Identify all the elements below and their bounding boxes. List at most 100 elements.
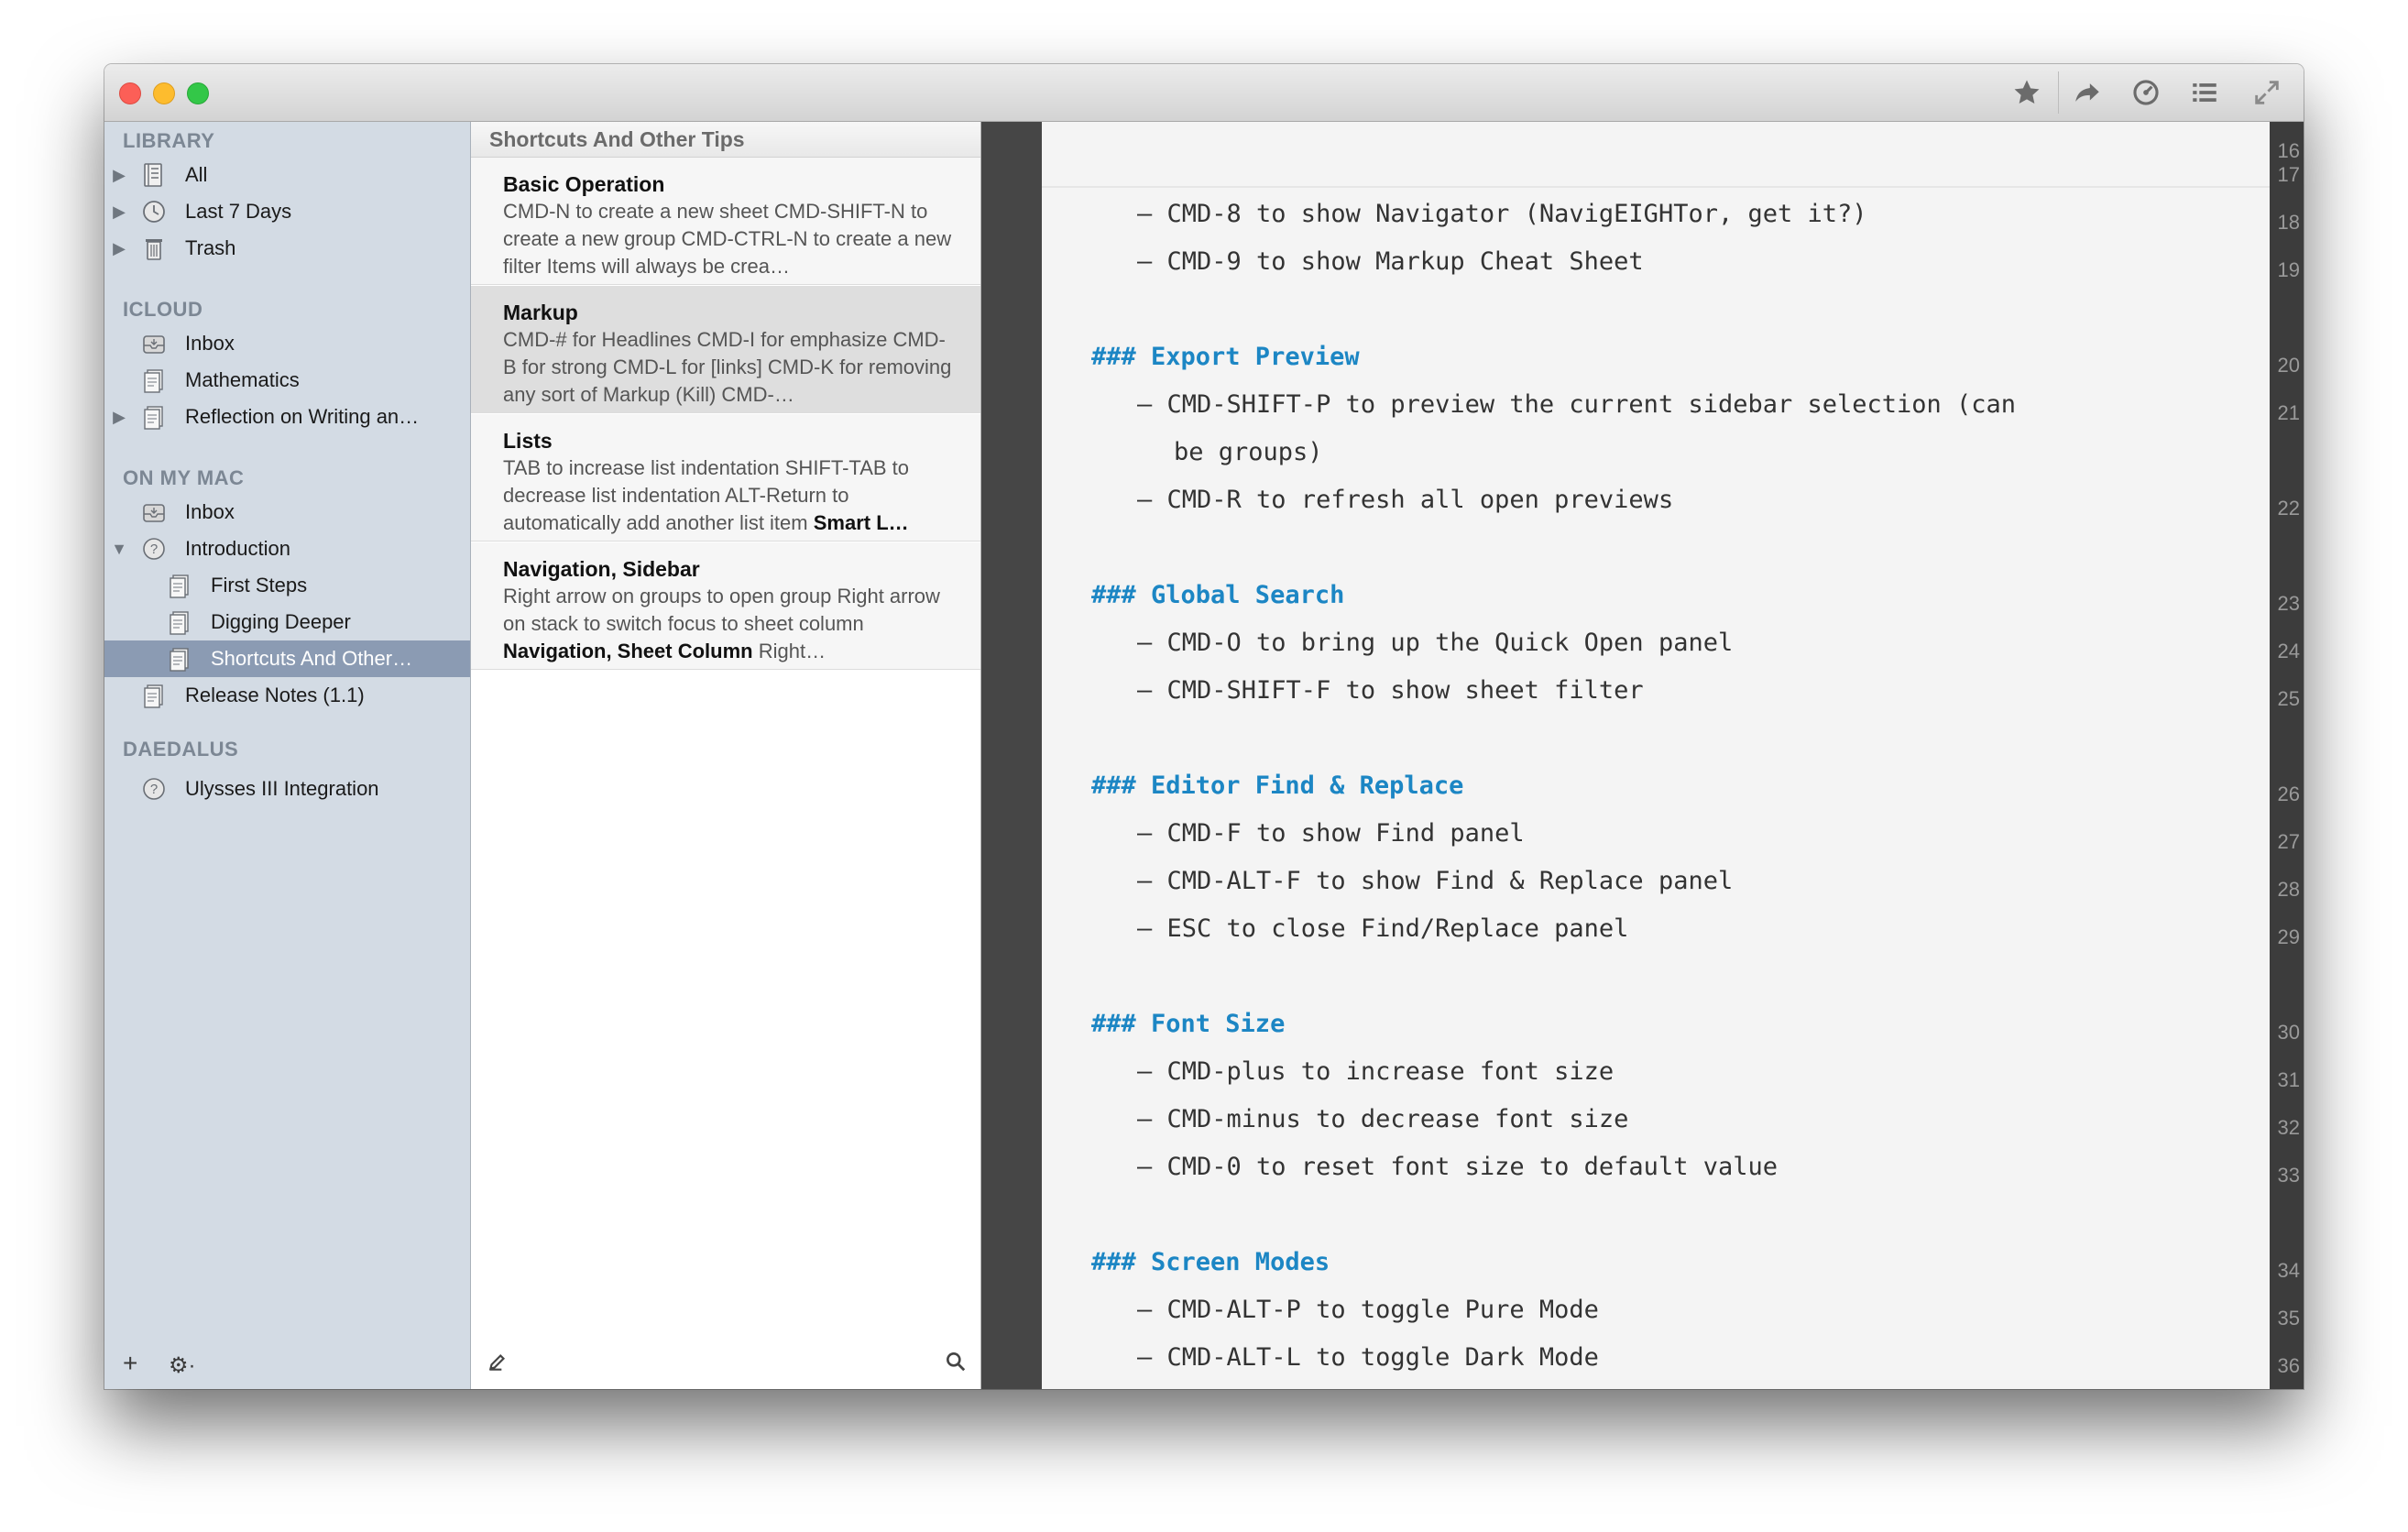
svg-text:?: ? (150, 542, 158, 557)
sheet-list-header: Shortcuts And Other Tips (471, 122, 980, 158)
sidebar-item-label: Reflection on Writing an… (185, 405, 420, 428)
sidebar-item[interactable]: ▼? Introduction (104, 531, 470, 567)
sheet-card[interactable]: Markup CMD-# for Headlines CMD-I for emph… (471, 286, 980, 413)
library-icon (139, 160, 169, 190)
sheet-card[interactable]: Navigation, Sidebar Right arrow on groups… (471, 542, 980, 670)
close-window-button[interactable] (119, 82, 141, 104)
zoom-window-button[interactable] (187, 82, 209, 104)
sidebar-item[interactable]: First Steps (104, 567, 470, 604)
list-icon[interactable] (2181, 71, 2228, 114)
sidebar-item[interactable]: Release Notes (1.1) (104, 677, 470, 714)
minimize-window-button[interactable] (153, 82, 175, 104)
editor-line-text: – CMD-F to show Find panel (1137, 819, 1525, 848)
sheet-list: Shortcuts And Other Tips Basic Operation… (471, 122, 981, 1389)
sheet-preview: Right arrow on groups to open group Righ… (503, 583, 958, 665)
sidebar: LIBRARY ▶ All ▶ Last 7 Days ▶ Trash ICLOUD Inbox… (104, 122, 471, 1389)
editor-line-text: ### Editor Find & Replace (1091, 771, 1464, 800)
sheet-card[interactable]: Basic Operation CMD-N to create a new she… (471, 158, 980, 285)
sheet-preview-tail: Right… (752, 640, 826, 662)
disclosure-triangle-icon[interactable]: ▶ (110, 408, 128, 427)
editor[interactable]: – CMD-7 to show Statistics– CMD-8 to sho… (1042, 122, 2270, 1389)
sidebar-item[interactable]: Shortcuts And Other… (104, 640, 470, 677)
editor-text-line: – ESC to close Find/Replace panel (1042, 914, 2270, 962)
line-number: 22 (2277, 497, 2300, 520)
sidebar-item[interactable]: Inbox (104, 494, 470, 531)
sheet-card[interactable]: Lists TAB to increase list indentation SH… (471, 414, 980, 542)
sidebar-item-label: Mathematics (185, 368, 300, 391)
editor-text-line: – CMD-ALT-P to toggle Pure Mode (1042, 1296, 2270, 1343)
editor-heading-line: ### Font Size (1042, 1010, 2270, 1057)
editor-text-line: – CMD-O to bring up the Quick Open panel (1042, 629, 2270, 676)
sidebar-item-label: Trash (185, 236, 236, 259)
editor-text-line: – CMD-F to show Find panel (1042, 819, 2270, 867)
editor-text-line: – CMD-SHIFT-P to preview the current sid… (1042, 390, 2270, 438)
disclosure-triangle-icon[interactable]: ▶ (110, 239, 128, 258)
line-number: 19 (2277, 258, 2300, 281)
editor-heading-line: ### Screen Modes (1042, 1248, 2270, 1296)
sidebar-item[interactable]: ▶ Trash (104, 230, 470, 267)
editor-text-line: – CMD-ALT-F to show Find & Replace panel (1042, 867, 2270, 914)
sheet-title: Navigation, Sidebar (503, 557, 700, 581)
sidebar-item-label: Inbox (185, 500, 235, 523)
editor-text-line: – CMD-8 to show Navigator (NavigEIGHTor,… (1042, 200, 2270, 247)
editor-text-line: – CMD-minus to decrease font size (1042, 1105, 2270, 1153)
editor-heading-line: ### Global Search (1042, 581, 2270, 629)
editor-text-line: be groups) (1042, 438, 2270, 486)
sidebar-item[interactable]: Inbox (104, 325, 470, 362)
title-bar (104, 64, 2304, 122)
sheet-title: Basic Operation (503, 172, 665, 196)
line-number: 18 (2277, 211, 2300, 234)
editor-line-text: ### Font Size (1091, 1010, 1286, 1038)
sidebar-item-label: Introduction (185, 537, 290, 560)
sheet-title: Lists (503, 429, 553, 453)
editor-text-line: – CMD-SHIFT-F to show sheet filter (1042, 676, 2270, 724)
stats-icon[interactable] (2122, 71, 2170, 114)
sidebar-item-label: Ulysses III Integration (185, 777, 379, 800)
search-icon[interactable] (944, 1350, 968, 1380)
sheet-preview-text: Right arrow on groups to open group Righ… (503, 585, 940, 635)
disclosure-triangle-icon[interactable]: ▶ (110, 202, 128, 222)
editor-line-text: be groups) (1174, 438, 1323, 466)
disclosure-triangle-icon[interactable]: ▼ (110, 540, 128, 559)
sidebar-item-label: Release Notes (1.1) (185, 684, 365, 706)
sheet-preview: CMD-N to create a new sheet CMD-SHIFT-N … (503, 198, 958, 280)
sidebar-section-header: ICLOUD (123, 298, 203, 321)
compose-icon[interactable] (486, 1350, 509, 1380)
sidebar-item[interactable]: ▶ All (104, 157, 470, 193)
sidebar-item[interactable]: ▶ Last 7 Days (104, 193, 470, 230)
star-icon[interactable] (2003, 71, 2051, 114)
add-button[interactable]: + (123, 1349, 137, 1378)
gear-icon[interactable]: ⚙· (169, 1352, 196, 1379)
sidebar-item-label: Digging Deeper (211, 610, 351, 633)
sidebar-item[interactable]: Mathematics (104, 362, 470, 399)
help-icon: ? (139, 774, 169, 804)
group-icon (165, 644, 194, 673)
sheet-list-title: Shortcuts And Other Tips (489, 127, 745, 151)
editor-heading-line: ### Editor Find & Replace (1042, 771, 2270, 819)
editor-text-line: – CMD-plus to increase font size (1042, 1057, 2270, 1105)
sidebar-item[interactable]: ▶ Reflection on Writing an… (104, 399, 470, 435)
trash-icon (139, 234, 169, 263)
editor-line-text: ### Export Preview (1091, 343, 1360, 371)
fullscreen-icon[interactable] (2243, 71, 2291, 114)
line-number: 21 (2277, 401, 2300, 424)
editor-line-text: ### Global Search (1091, 581, 1345, 609)
editor-text-line: – CMD-0 to reset font size to default va… (1042, 1153, 2270, 1200)
editor-line-text: ### Screen Modes (1091, 1248, 1330, 1276)
editor-line-text: – CMD-8 to show Navigator (NavigEIGHTor,… (1137, 200, 1867, 228)
sidebar-item[interactable]: ? Ulysses III Integration (104, 771, 470, 807)
group-icon (139, 402, 169, 432)
line-number: 25 (2277, 687, 2300, 710)
disclosure-triangle-icon[interactable]: ▶ (110, 166, 128, 185)
sidebar-item-label: Last 7 Days (185, 200, 292, 223)
editor-line-text: – CMD-0 to reset font size to default va… (1137, 1153, 1778, 1181)
sheet-preview: TAB to increase list indentation SHIFT-T… (503, 454, 958, 537)
sidebar-item[interactable]: Digging Deeper (104, 604, 470, 640)
help-icon: ? (139, 534, 169, 564)
editor-text-line: – CMD-9 to show Markup Cheat Sheet (1042, 247, 2270, 295)
line-number-gutter (2270, 122, 2304, 1389)
share-icon[interactable] (2063, 71, 2111, 114)
sheet-title: Markup (503, 301, 578, 324)
sheet-preview-bold: Smart L… (813, 511, 909, 534)
line-number: 33 (2277, 1164, 2300, 1187)
